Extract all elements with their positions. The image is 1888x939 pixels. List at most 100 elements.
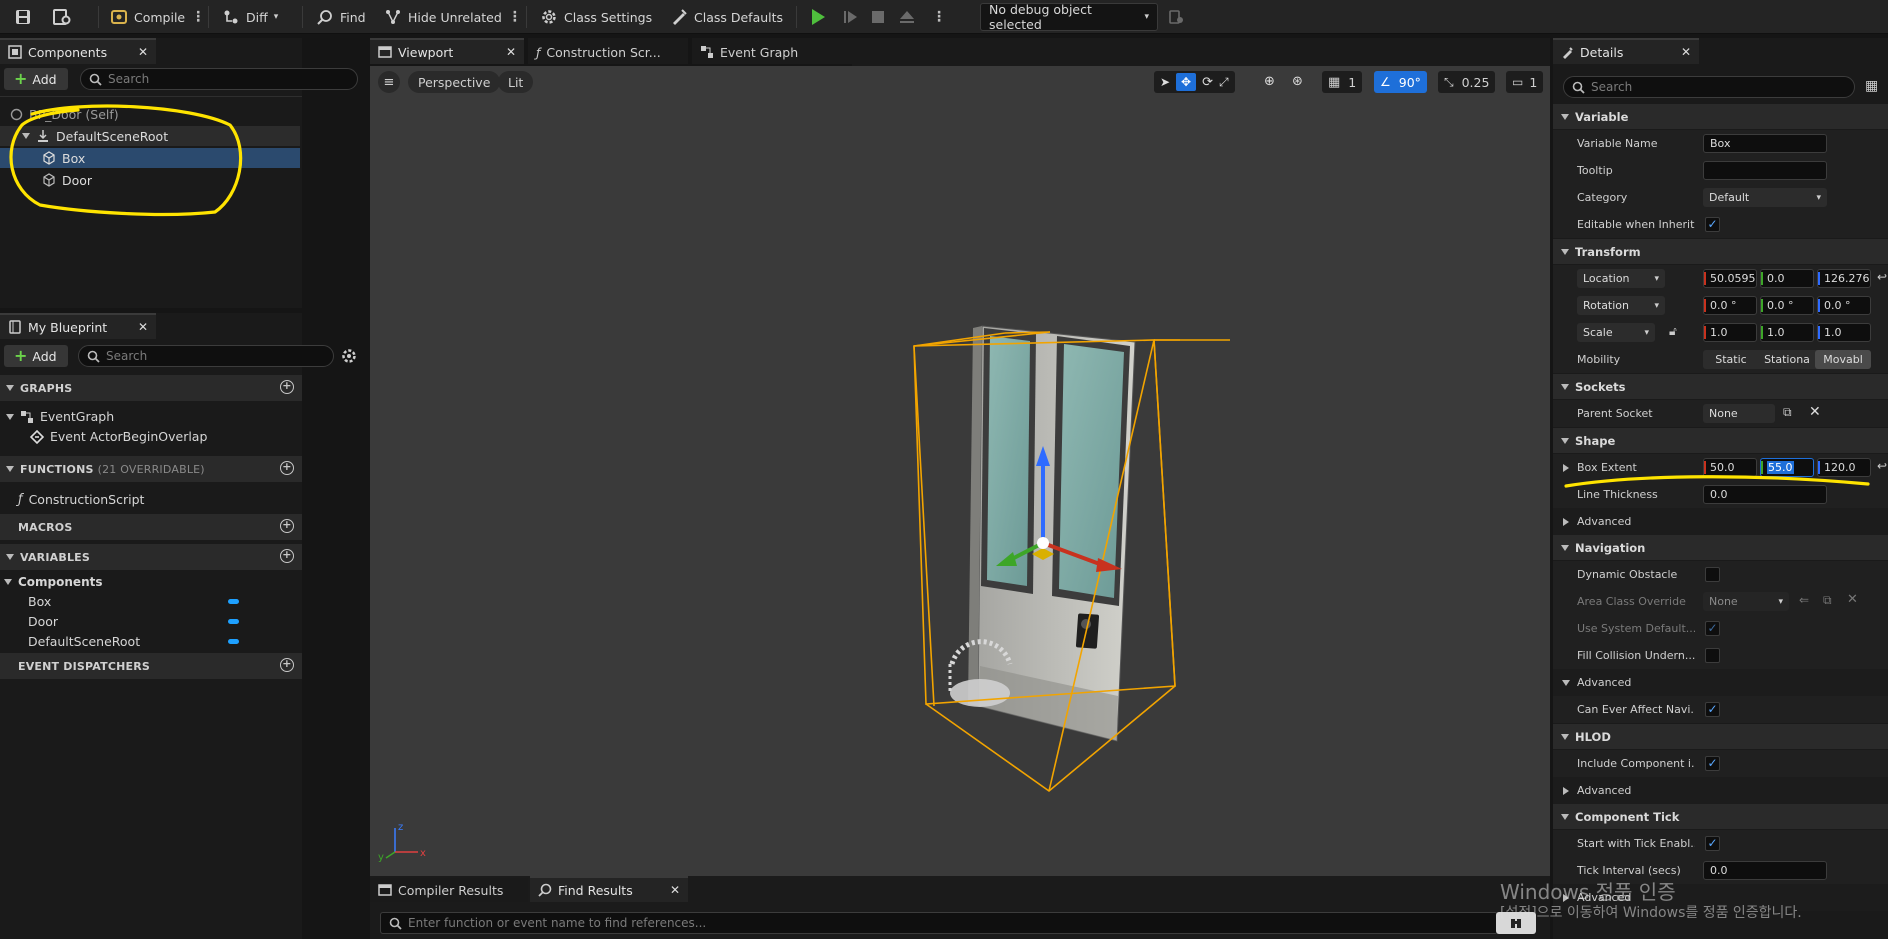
eject-button[interactable] (892, 4, 922, 30)
variable-item-box[interactable]: Box (28, 594, 51, 609)
variables-section-header[interactable]: VARIABLES + (0, 544, 302, 570)
diff-button[interactable]: Diff ▾ (216, 4, 284, 30)
close-icon[interactable]: ✕ (138, 320, 148, 334)
start-with-tick-checkbox[interactable]: ✓ (1705, 836, 1720, 851)
navigation-advanced-row[interactable]: Advanced (1553, 669, 1888, 696)
translate-mode-icon[interactable]: ✥ (1176, 73, 1197, 91)
use-system-default-checkbox[interactable]: ✓ (1705, 621, 1720, 636)
hide-unrelated-options-icon[interactable]: ⋮ (508, 9, 522, 25)
grid-snap-button[interactable]: ▦ 1 (1322, 71, 1363, 93)
tab-details[interactable]: Details ✕ (1553, 38, 1699, 64)
add-member-button[interactable]: + Add (4, 345, 68, 367)
scale-dropdown[interactable]: Scale ▾ (1577, 323, 1655, 342)
scale-mode-icon[interactable]: ⤢ (1219, 75, 1229, 90)
play-button[interactable] (806, 4, 831, 30)
clear-icon[interactable]: ✕ (1847, 592, 1858, 607)
step-button[interactable] (836, 4, 866, 30)
variable-item-defaultsceneroot[interactable]: DefaultSceneRoot (28, 634, 140, 649)
compile-options-icon[interactable]: ⋮ (191, 9, 205, 25)
tab-event-graph[interactable]: Event Graph (692, 38, 852, 64)
viewport-menu-button[interactable]: ≡ (378, 71, 400, 93)
save-button[interactable] (8, 4, 38, 30)
blueprint-self-row[interactable]: BP_Door (Self) (0, 104, 300, 124)
variable-name-field[interactable]: Box (1703, 134, 1827, 153)
location-x-field[interactable]: 50.0595 (1703, 269, 1757, 288)
close-icon[interactable]: ✕ (1681, 45, 1691, 59)
event-actor-begin-overlap-item[interactable]: Event ActorBeginOverlap (30, 429, 207, 444)
tree-item-door[interactable]: Door (0, 170, 300, 190)
unlock-icon[interactable]: 🔓︎ (1669, 324, 1677, 339)
construction-script-item[interactable]: ƒ ConstructionScript (18, 492, 144, 507)
stop-button[interactable] (864, 4, 892, 30)
find-references-input[interactable]: Enter function or event name to find ref… (380, 912, 1498, 934)
line-thickness-field[interactable]: 0.0 (1703, 485, 1827, 504)
lit-button[interactable]: Lit (498, 71, 534, 93)
angle-snap-button[interactable]: ∠ 90° (1374, 71, 1427, 93)
property-matrix-icon[interactable]: ▦ (1865, 78, 1878, 94)
can-affect-navigation-checkbox[interactable]: ✓ (1705, 702, 1720, 717)
reset-arrow-icon[interactable]: ↩ (1877, 459, 1887, 473)
graphs-section-header[interactable]: GRAPHS + (0, 375, 302, 401)
rotation-x-field[interactable]: 0.0 ° (1703, 296, 1757, 315)
details-search-input[interactable]: Search (1563, 76, 1855, 98)
tooltip-field[interactable] (1703, 161, 1827, 180)
scale-z-field[interactable]: 1.0 (1817, 323, 1871, 342)
browse-socket-icon[interactable]: ⧉ (1783, 405, 1792, 420)
rotation-y-field[interactable]: 0.0 ° (1760, 296, 1814, 315)
box-extent-y-field[interactable]: 55.0 (1760, 458, 1814, 477)
add-graph-icon[interactable]: + (280, 380, 294, 394)
variable-item-door[interactable]: Door (28, 614, 58, 629)
hide-unrelated-button[interactable]: Hide Unrelated ⋮ (378, 4, 528, 30)
editable-inherited-checkbox[interactable]: ✓ (1705, 217, 1720, 232)
tab-viewport[interactable]: Viewport ✕ (370, 38, 524, 64)
add-function-icon[interactable]: + (280, 461, 294, 475)
reset-arrow-icon[interactable]: ↩ (1877, 270, 1887, 284)
shape-advanced-row[interactable]: Advanced (1553, 508, 1888, 535)
mobility-static-option[interactable]: Static (1703, 350, 1759, 369)
debug-object-select[interactable]: No debug object selected ▾ (980, 2, 1158, 32)
tab-construction-script[interactable]: ƒ Construction Scr... (528, 38, 688, 64)
my-blueprint-search-input[interactable]: Search (78, 345, 334, 367)
door-mesh[interactable] (968, 325, 1136, 742)
area-class-dropdown[interactable]: None ▾ (1703, 592, 1789, 611)
class-settings-button[interactable]: Class Settings (534, 4, 658, 30)
location-dropdown[interactable]: Location ▾ (1577, 269, 1665, 288)
components-search-input[interactable]: Search (80, 68, 358, 90)
browse-asset-icon[interactable]: ⧉ (1823, 593, 1832, 608)
tab-find-results[interactable]: Find Results ✕ (530, 876, 688, 902)
use-selected-icon[interactable]: ⇐ (1799, 593, 1809, 607)
tab-my-blueprint[interactable]: My Blueprint ✕ (0, 313, 156, 339)
scale-y-field[interactable]: 1.0 (1760, 323, 1814, 342)
class-defaults-button[interactable]: Class Defaults (664, 4, 789, 30)
scale-x-field[interactable]: 1.0 (1703, 323, 1757, 342)
scale-snap-button[interactable]: ⤡ 0.25 (1438, 71, 1496, 93)
perspective-button[interactable]: Perspective (408, 71, 501, 93)
variable-section-header[interactable]: Variable (1553, 104, 1888, 129)
include-component-checkbox[interactable]: ✓ (1705, 756, 1720, 771)
hlod-advanced-row[interactable]: Advanced (1553, 777, 1888, 804)
functions-section-header[interactable]: FUNCTIONS (21 OVERRIDABLE) + (0, 456, 302, 482)
event-graph-item[interactable]: EventGraph (6, 409, 114, 424)
parent-socket-field[interactable]: None (1703, 404, 1775, 423)
coordinate-space-icon[interactable]: ⊕ (1264, 74, 1275, 89)
rotate-mode-icon[interactable]: ⟳ (1202, 75, 1213, 90)
dynamic-obstacle-checkbox[interactable] (1705, 567, 1720, 582)
tick-interval-field[interactable]: 0.0 (1703, 861, 1827, 880)
tree-item-box[interactable]: Box (0, 148, 300, 168)
hlod-section-header[interactable]: HLOD (1553, 724, 1888, 749)
close-icon[interactable]: ✕ (670, 883, 680, 897)
macros-section-header[interactable]: MACROS + (0, 514, 302, 540)
add-component-button[interactable]: + Add (4, 68, 68, 90)
rotation-dropdown[interactable]: Rotation ▾ (1577, 296, 1665, 315)
box-extent-z-field[interactable]: 120.0 (1817, 458, 1871, 477)
add-event-dispatcher-icon[interactable]: + (280, 658, 294, 672)
compile-button[interactable]: Compile ⋮ (104, 4, 211, 30)
component-tick-section-header[interactable]: Component Tick (1553, 804, 1888, 829)
add-macro-icon[interactable]: + (280, 519, 294, 533)
play-options-button[interactable]: ⋮ (926, 4, 952, 30)
transform-section-header[interactable]: Transform (1553, 239, 1888, 264)
tab-components[interactable]: Components ✕ (0, 38, 156, 64)
navigation-section-header[interactable]: Navigation (1553, 535, 1888, 560)
surface-snap-icon[interactable]: ⊛ (1292, 74, 1303, 89)
mobility-movable-option[interactable]: Movabl (1815, 350, 1871, 369)
